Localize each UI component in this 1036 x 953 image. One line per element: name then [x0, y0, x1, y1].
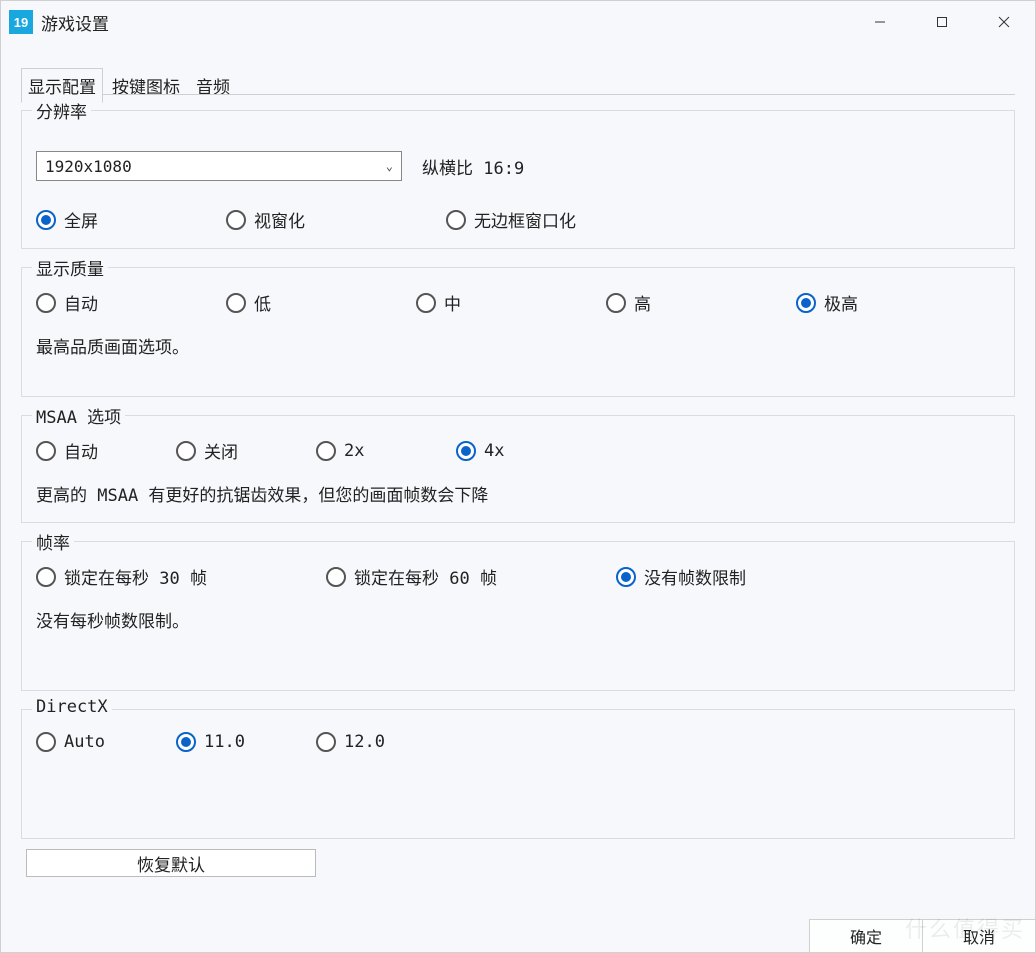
radio-fps-60[interactable]: 锁定在每秒 60 帧 — [326, 564, 616, 589]
radio-msaa-2x[interactable]: 2x — [316, 441, 456, 461]
radio-label: 4x — [484, 441, 504, 461]
radio-quality-auto[interactable]: 自动 — [36, 290, 226, 315]
group-directx: DirectX Auto 11.0 12.0 — [21, 709, 1015, 839]
resolution-value: 1920x1080 — [45, 157, 132, 176]
radio-label: 锁定在每秒 60 帧 — [354, 564, 497, 589]
radio-quality-medium[interactable]: 中 — [416, 290, 606, 315]
content: 分辨率 1920x1080 ⌄ 纵横比 16:9 全屏 视窗化 — [1, 110, 1035, 839]
msaa-desc: 更高的 MSAA 有更好的抗锯齿效果，但您的画面帧数会下降 — [36, 481, 1000, 506]
radio-msaa-4x[interactable]: 4x — [456, 441, 596, 461]
group-msaa: MSAA 选项 自动 关闭 2x 4x 更高的 MSAA 有更好的抗锯齿效果，但… — [21, 415, 1015, 523]
chevron-down-icon: ⌄ — [386, 159, 393, 173]
group-label-quality: 显示质量 — [32, 255, 108, 280]
radio-label: 2x — [344, 441, 364, 461]
radio-label: 关闭 — [204, 438, 238, 463]
radio-label: 极高 — [824, 290, 858, 315]
resolution-select[interactable]: 1920x1080 ⌄ — [36, 151, 402, 181]
radio-fullscreen[interactable]: 全屏 — [36, 207, 226, 232]
radio-quality-ultra[interactable]: 极高 — [796, 290, 858, 315]
radio-borderless[interactable]: 无边框窗口化 — [446, 207, 576, 232]
fps-desc: 没有每秒帧数限制。 — [36, 607, 1000, 632]
radio-fps-unlimited[interactable]: 没有帧数限制 — [616, 564, 746, 589]
window-controls — [849, 1, 1035, 43]
radio-label: 视窗化 — [254, 207, 305, 232]
footer: 确定 取消 — [809, 919, 1035, 952]
radio-label: 12.0 — [344, 732, 385, 752]
tabs: 显示配置 按键图标 音频 — [1, 67, 1035, 102]
radio-label: 锁定在每秒 30 帧 — [64, 564, 207, 589]
radio-label: 自动 — [64, 290, 98, 315]
group-label-fps: 帧率 — [32, 529, 74, 554]
radio-dx-11[interactable]: 11.0 — [176, 732, 316, 752]
group-label-directx: DirectX — [32, 697, 112, 717]
radio-quality-low[interactable]: 低 — [226, 290, 416, 315]
radio-label: 自动 — [64, 438, 98, 463]
restore-defaults-button[interactable]: 恢复默认 — [26, 849, 316, 877]
app-icon: 19 — [9, 10, 33, 34]
radio-label: 11.0 — [204, 732, 245, 752]
radio-msaa-auto[interactable]: 自动 — [36, 438, 176, 463]
minimize-button[interactable] — [849, 1, 911, 43]
radio-quality-high[interactable]: 高 — [606, 290, 796, 315]
tab-button-icons[interactable]: 按键图标 — [105, 68, 187, 103]
ok-button[interactable]: 确定 — [809, 920, 922, 952]
settings-window: 19 游戏设置 显示配置 按键图标 音频 分辨率 1920x1080 — [0, 0, 1036, 953]
window-title: 游戏设置 — [41, 10, 109, 35]
group-fps: 帧率 锁定在每秒 30 帧 锁定在每秒 60 帧 没有帧数限制 没有每秒帧数限制… — [21, 541, 1015, 691]
radio-msaa-off[interactable]: 关闭 — [176, 438, 316, 463]
maximize-button[interactable] — [911, 1, 973, 43]
radio-label: 无边框窗口化 — [474, 207, 576, 232]
cancel-button[interactable]: 取消 — [922, 920, 1035, 952]
radio-dx-auto[interactable]: Auto — [36, 732, 176, 752]
radio-label: Auto — [64, 732, 105, 752]
titlebar: 19 游戏设置 — [1, 1, 1035, 43]
group-quality: 显示质量 自动 低 中 高 极高 最高品质画面选项。 — [21, 267, 1015, 397]
close-button[interactable] — [973, 1, 1035, 43]
radio-label: 全屏 — [64, 207, 98, 232]
radio-label: 没有帧数限制 — [644, 564, 746, 589]
radio-label: 中 — [444, 290, 461, 315]
radio-label: 低 — [254, 290, 271, 315]
radio-label: 高 — [634, 290, 651, 315]
radio-windowed[interactable]: 视窗化 — [226, 207, 446, 232]
tab-display[interactable]: 显示配置 — [21, 68, 103, 103]
radio-fps-30[interactable]: 锁定在每秒 30 帧 — [36, 564, 326, 589]
radio-dx-12[interactable]: 12.0 — [316, 732, 456, 752]
aspect-ratio-label: 纵横比 16:9 — [422, 154, 524, 179]
quality-desc: 最高品质画面选项。 — [36, 333, 1000, 358]
group-resolution: 分辨率 1920x1080 ⌄ 纵横比 16:9 全屏 视窗化 — [21, 110, 1015, 249]
group-label-msaa: MSAA 选项 — [32, 403, 125, 428]
tab-audio[interactable]: 音频 — [189, 68, 237, 103]
